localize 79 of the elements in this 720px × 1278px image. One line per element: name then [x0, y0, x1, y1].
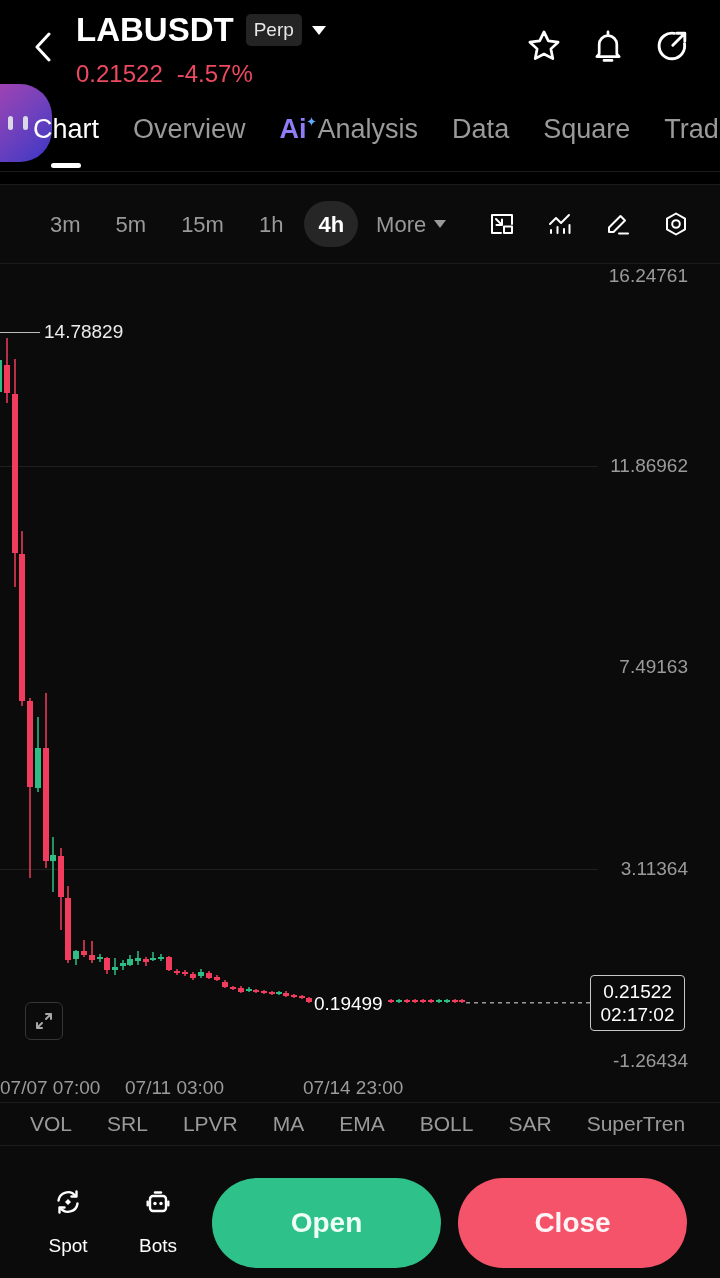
tab[interactable]: Square	[543, 100, 631, 172]
price-change: -4.57%	[176, 59, 253, 89]
candlestick	[412, 999, 418, 1003]
price-axis-label: 16.24761	[608, 264, 688, 288]
candlestick	[182, 970, 188, 976]
indicator-tab[interactable]: SuperTren	[586, 1111, 686, 1137]
spot-shortcut[interactable]: Spot	[38, 1188, 98, 1258]
candlestick	[396, 999, 402, 1003]
indicator-tab[interactable]: SRL	[107, 1111, 148, 1137]
symbol-title: LABUSDT	[76, 10, 234, 50]
candlestick	[444, 999, 450, 1003]
ai-logo: Ai	[279, 113, 307, 145]
back-icon[interactable]	[34, 32, 52, 62]
bell-icon[interactable]	[592, 30, 624, 62]
expand-button[interactable]	[25, 1002, 63, 1040]
candlestick	[89, 941, 95, 963]
low-price-label: 0.19499	[314, 992, 383, 1016]
candlestick	[428, 999, 434, 1003]
price-axis-label: 3.11364	[620, 857, 688, 881]
circle-arrow-icon[interactable]	[656, 30, 688, 62]
indicator-tab[interactable]: LPVR	[182, 1111, 238, 1137]
expand-icon	[34, 1011, 54, 1031]
tab[interactable]: Trad	[664, 100, 719, 172]
candlestick	[238, 986, 244, 993]
interval-tab[interactable]: 15m	[167, 201, 238, 247]
chart-indicator-icon[interactable]	[547, 211, 573, 237]
candlestick	[81, 940, 87, 957]
eyes-icon	[8, 116, 28, 130]
tab[interactable]: Data	[452, 100, 510, 172]
candlestick	[158, 954, 164, 961]
last-price: 0.21522	[76, 59, 163, 89]
bots-shortcut[interactable]: Bots	[128, 1188, 188, 1258]
indicator-tab[interactable]: BOLL	[419, 1111, 474, 1137]
candlestick	[174, 969, 180, 975]
star-icon[interactable]	[528, 30, 560, 62]
settings-icon[interactable]	[663, 211, 689, 237]
contract-type-badge[interactable]: Perp	[245, 14, 302, 46]
candlestick	[420, 999, 426, 1003]
sparkle-icon	[306, 117, 316, 126]
high-price-leader	[0, 332, 40, 333]
candlestick	[222, 980, 228, 988]
candlestick	[214, 975, 220, 981]
candlestick	[404, 999, 410, 1003]
candlestick	[436, 999, 442, 1003]
high-price-label: 14.78829	[44, 320, 124, 344]
interval-tab[interactable]: 5m	[101, 201, 161, 247]
indicator-tab[interactable]: SAR	[508, 1111, 552, 1137]
tab[interactable]: Ai Analysis	[279, 100, 419, 172]
candlestick	[230, 986, 236, 990]
indicator-tab[interactable]: VOL	[30, 1111, 73, 1137]
price-axis-label: -1.26434	[613, 1049, 688, 1073]
time-axis-label: 07/14 23:00	[303, 1076, 404, 1100]
candlestick	[261, 990, 267, 994]
candlestick	[166, 956, 172, 971]
candlestick	[198, 969, 204, 978]
indicator-tab[interactable]: MA	[272, 1111, 305, 1137]
time-axis-label: 07/11 03:00	[125, 1076, 224, 1100]
more-dropdown[interactable]: More	[365, 201, 458, 247]
interval-tab[interactable]: 4h	[304, 201, 359, 247]
tab[interactable]: Overview	[133, 100, 246, 172]
candlestick	[388, 999, 394, 1003]
candlestick	[0, 360, 2, 392]
indicator-tab[interactable]: EMA	[339, 1111, 385, 1137]
last-price-label: 0.21522	[603, 980, 672, 1003]
candlestick	[73, 950, 79, 965]
candlestick	[206, 971, 212, 979]
interval-tab[interactable]: 1h	[244, 201, 298, 247]
caret-icon[interactable]	[311, 25, 326, 35]
tab-underline	[51, 163, 81, 168]
caret-icon	[434, 220, 447, 228]
candlestick	[190, 972, 196, 980]
price-axis-label: 11.86962	[610, 454, 688, 478]
picture-in-picture-icon[interactable]	[489, 211, 515, 237]
price-axis-label: 7.49163	[619, 655, 688, 679]
candlestick	[291, 994, 297, 998]
time-axis-label: 07/07 07:00	[0, 1076, 101, 1100]
interval-tab[interactable]: 3m	[36, 201, 95, 247]
exchange-icon	[54, 1188, 82, 1216]
countdown-label: 02:17:02	[600, 1003, 675, 1026]
